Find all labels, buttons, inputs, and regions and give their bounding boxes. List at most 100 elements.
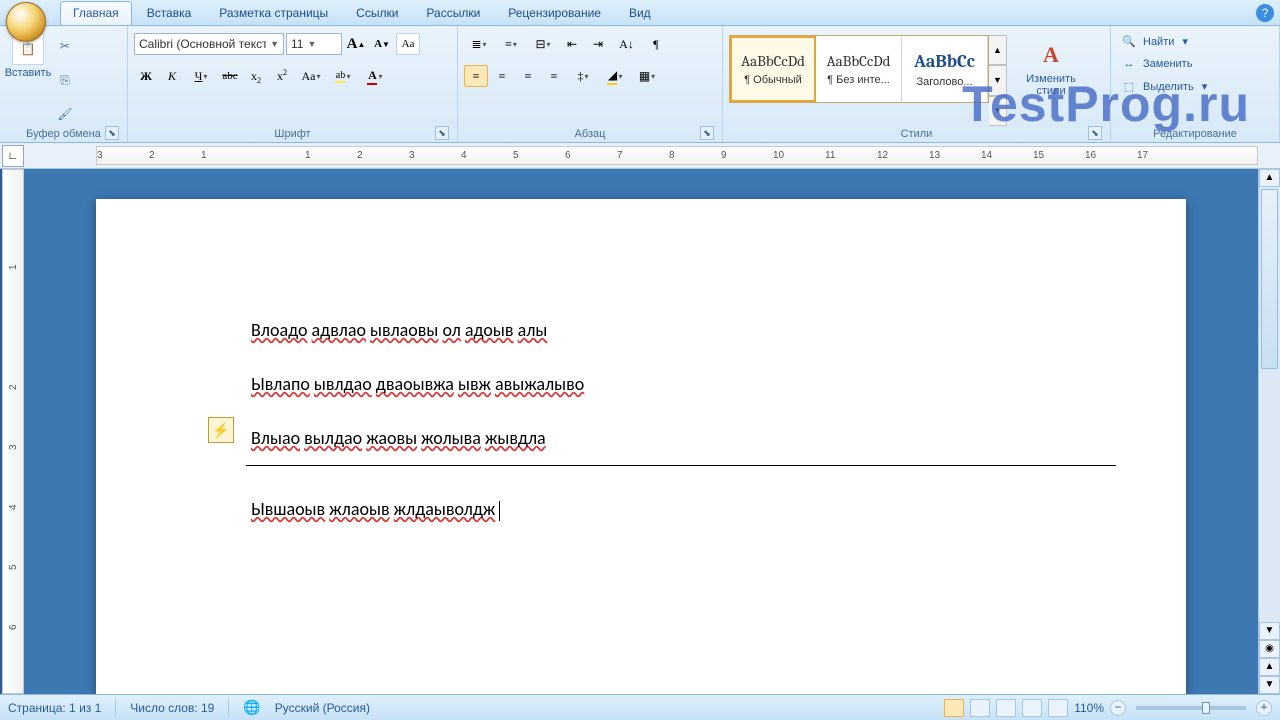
view-web-layout[interactable] [996, 699, 1016, 717]
style-scroll-up[interactable]: ▲ [989, 35, 1007, 65]
numbering-button[interactable]: ≡▾ [496, 33, 526, 55]
view-print-layout[interactable] [944, 699, 964, 717]
document-word[interactable]: адвлао [312, 319, 366, 341]
underline-button[interactable]: Ч▾ [186, 65, 216, 87]
scroll-down-button[interactable]: ▼ [1259, 622, 1280, 640]
ruler-vertical[interactable]: 123456 [2, 169, 24, 694]
document-word[interactable]: Влоадо [251, 319, 307, 341]
strikethrough-button[interactable]: abc [218, 65, 242, 87]
document-word[interactable]: жывдла [485, 427, 546, 449]
grow-font-button[interactable]: A▲ [344, 33, 368, 55]
view-draft[interactable] [1048, 699, 1068, 717]
document-word[interactable]: жлдаыволдж [394, 498, 496, 520]
zoom-level[interactable]: 110% [1074, 701, 1104, 715]
paragraph-launcher[interactable]: ⬊ [700, 126, 714, 140]
align-center-button[interactable]: ≡ [490, 65, 514, 87]
replace-button[interactable]: Заменить [1117, 56, 1211, 72]
next-page-button[interactable]: ▼ [1259, 676, 1280, 694]
shrink-font-button[interactable]: A▼ [370, 33, 394, 55]
zoom-slider[interactable] [1136, 706, 1246, 710]
document-scroll[interactable]: Влоадо адвлао ывлаовы ол адоыв алы Ывлапо… [24, 169, 1258, 694]
copy-button[interactable] [54, 69, 76, 91]
ruler-horizontal[interactable]: 3211234567891011121314151617 [96, 146, 1258, 165]
font-launcher[interactable]: ⬊ [435, 126, 449, 140]
document-word[interactable]: Ывшаоыв [251, 498, 325, 520]
document-line[interactable]: Влоадо адвлао ывлаовы ол адоыв алы [251, 319, 1036, 341]
status-language[interactable]: Русский (Россия) [275, 701, 370, 715]
style-heading1[interactable]: AaBbCc Заголово... [902, 36, 988, 102]
help-button[interactable]: ? [1256, 4, 1274, 22]
decrease-indent-button[interactable]: ⇤ [560, 33, 584, 55]
document-word[interactable]: вылдао [304, 427, 362, 449]
line-spacing-button[interactable]: ‡▾ [568, 65, 598, 87]
change-styles-button[interactable]: Изменить стили [1015, 35, 1087, 126]
tab-layout[interactable]: Разметка страницы [206, 1, 341, 25]
bold-button[interactable]: Ж [134, 65, 158, 87]
tab-references[interactable]: Ссылки [343, 1, 411, 25]
browse-object-button[interactable]: ▲ [1259, 658, 1280, 676]
clipboard-launcher[interactable]: ⬊ [105, 126, 119, 140]
select-button[interactable]: Выделить▾ [1117, 78, 1211, 95]
document-word[interactable]: Влыао [251, 427, 300, 449]
zoom-in-button[interactable]: + [1256, 700, 1272, 716]
document-line[interactable]: Ывлапо ывлдао дваоывжа ывж авыжалыво [251, 373, 1036, 395]
document-word[interactable]: адоыв [465, 319, 514, 341]
document-word[interactable]: ывж [458, 373, 491, 395]
document-word[interactable]: алы [518, 319, 548, 341]
style-scroll-down[interactable]: ▼ [989, 65, 1007, 95]
multilevel-button[interactable]: ⊟▾ [528, 33, 558, 55]
tab-view[interactable]: Вид [616, 1, 664, 25]
document-word[interactable]: жаовы [366, 427, 417, 449]
style-normal[interactable]: AaBbCcDd ¶ Обычный [730, 36, 816, 102]
document-word[interactable]: Ывлапо [251, 373, 310, 395]
align-left-button[interactable]: ≡ [464, 65, 488, 87]
status-page[interactable]: Страница: 1 из 1 [8, 701, 101, 715]
view-full-reading[interactable] [970, 699, 990, 717]
shading-button[interactable]: ◢▾ [600, 65, 630, 87]
change-case-button[interactable]: Aa▾ [296, 65, 326, 87]
scroll-thumb[interactable] [1261, 189, 1278, 369]
subscript-button[interactable]: x2 [244, 65, 268, 87]
show-marks-button[interactable]: ¶ [644, 33, 668, 55]
justify-button[interactable]: ≡ [542, 65, 566, 87]
tab-insert[interactable]: Вставка [134, 1, 205, 25]
status-word-count[interactable]: Число слов: 19 [130, 701, 214, 715]
document-word[interactable]: жлаоыв [329, 498, 389, 520]
sort-button[interactable]: A↓ [612, 33, 642, 55]
prev-page-button[interactable]: ◉ [1259, 640, 1280, 658]
tab-home[interactable]: Главная [60, 1, 132, 25]
zoom-knob[interactable] [1202, 702, 1210, 714]
bullets-button[interactable]: ≣▾ [464, 33, 494, 55]
document-line[interactable]: Влыао вылдао жаовы жолыва жывдла [251, 427, 1036, 449]
style-nospacing[interactable]: AaBbCcDd ¶ Без инте... [816, 36, 902, 102]
document-word[interactable]: ол [443, 319, 461, 341]
office-button[interactable] [6, 2, 46, 42]
style-gallery[interactable]: AaBbCcDd ¶ Обычный AaBbCcDd ¶ Без инте..… [729, 35, 989, 103]
document-word[interactable]: жолыва [421, 427, 481, 449]
increase-indent-button[interactable]: ⇥ [586, 33, 610, 55]
document-page[interactable]: Влоадо адвлао ывлаовы ол адоыв алы Ывлапо… [96, 199, 1186, 694]
clear-formatting-button[interactable]: Aa [396, 33, 420, 55]
font-name-combo[interactable]: Calibri (Основной текст)▼ [134, 33, 284, 55]
highlight-button[interactable]: ab▾ [328, 65, 358, 87]
document-line[interactable]: Ывшаоыв жлаоыв жлдаыволдж [251, 498, 1036, 521]
document-word[interactable]: дваоывжа [376, 373, 454, 395]
tab-selector[interactable]: ∟ [2, 145, 24, 167]
style-expand[interactable]: ▾ [989, 96, 1007, 126]
document-word[interactable]: авыжалыво [495, 373, 584, 395]
paste-button[interactable]: Вставить [6, 29, 50, 126]
cut-button[interactable] [54, 35, 76, 57]
format-painter-button[interactable] [54, 103, 76, 125]
styles-launcher[interactable]: ⬊ [1088, 126, 1102, 140]
superscript-button[interactable]: x2 [270, 65, 294, 87]
scroll-up-button[interactable]: ▲ [1259, 169, 1280, 187]
document-word[interactable]: ывлаовы [370, 319, 438, 341]
italic-button[interactable]: К [160, 65, 184, 87]
font-color-button[interactable]: A▾ [360, 65, 390, 87]
view-outline[interactable] [1022, 699, 1042, 717]
zoom-out-button[interactable]: − [1110, 700, 1126, 716]
borders-button[interactable]: ▦▾ [632, 65, 662, 87]
vertical-scrollbar[interactable]: ▲ ▼ ◉ ▲ ▼ [1258, 169, 1280, 694]
tab-mailings[interactable]: Рассылки [413, 1, 493, 25]
font-size-combo[interactable]: 11▼ [286, 33, 342, 55]
